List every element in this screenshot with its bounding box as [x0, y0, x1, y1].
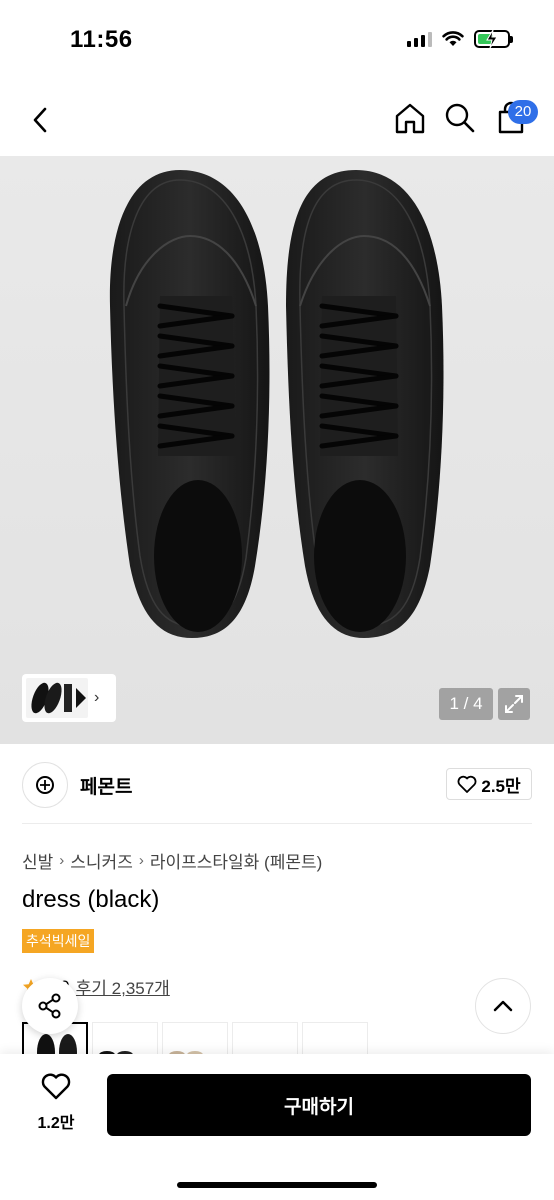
product-image	[109, 170, 444, 638]
brand-name[interactable]: 페몬트	[80, 772, 132, 799]
chevron-right-icon: ›	[94, 689, 100, 706]
review-link[interactable]: 후기 2,357개	[76, 974, 170, 999]
divider	[22, 823, 532, 824]
search-icon	[445, 103, 475, 133]
heart-icon	[457, 775, 477, 793]
heart-icon	[41, 1073, 71, 1100]
product-title: dress (black)	[22, 886, 160, 913]
product-page: 11:56 20 › 1 / 4 페몬트 2.5만 신발 › 스니커즈 › 라이…	[0, 0, 554, 1200]
thumbnail-strip[interactable]: ›	[22, 674, 116, 722]
home-icon	[395, 103, 425, 134]
back-icon	[33, 107, 47, 133]
wishlist-button[interactable]: 1.2만	[22, 1072, 90, 1133]
breadcrumb-item[interactable]: 스니커즈	[70, 848, 133, 873]
thumbnail-image[interactable]	[26, 678, 88, 718]
brand-logo[interactable]	[22, 762, 68, 808]
buy-button[interactable]: 구매하기	[107, 1074, 531, 1136]
wifi-icon	[442, 31, 464, 46]
cart-count-badge: 20	[508, 100, 538, 124]
expand-button[interactable]	[498, 688, 530, 720]
breadcrumb: 신발 › 스니커즈 › 라이프스타일화 (페몬트)	[22, 848, 322, 873]
scroll-top-button[interactable]	[475, 978, 531, 1034]
top-nav	[0, 80, 554, 156]
share-button[interactable]	[22, 978, 78, 1034]
brand-like-button[interactable]: 2.5만	[446, 768, 532, 800]
variant-option[interactable]	[232, 1022, 298, 1056]
home-button[interactable]	[392, 100, 428, 136]
expand-icon	[505, 695, 523, 713]
home-indicator	[177, 1182, 377, 1188]
brand-row: 페몬트 2.5만	[0, 744, 554, 824]
wishlist-count: 1.2만	[37, 1115, 75, 1132]
variant-option[interactable]	[162, 1022, 228, 1056]
sale-badge: 추석빅세일	[22, 929, 95, 953]
battery-icon	[474, 29, 513, 49]
variant-option[interactable]	[302, 1022, 368, 1056]
status-bar: 11:56	[0, 0, 554, 80]
status-time: 11:56	[70, 26, 133, 53]
chevron-up-icon	[493, 1000, 513, 1012]
image-counter: 1 / 4	[439, 688, 493, 720]
breadcrumb-item[interactable]: 신발	[22, 848, 53, 873]
status-icons	[407, 29, 513, 49]
signal-icon	[407, 31, 432, 47]
search-button[interactable]	[442, 100, 478, 136]
breadcrumb-separator-icon: ›	[59, 852, 65, 869]
variant-option[interactable]	[92, 1022, 158, 1056]
breadcrumb-item[interactable]: 라이프스타일화 (페몬트)	[150, 848, 322, 873]
back-button[interactable]	[22, 102, 58, 138]
share-icon	[38, 993, 61, 1019]
variant-list	[22, 1022, 368, 1056]
bottom-action-bar: 1.2만 구매하기	[0, 1054, 554, 1200]
breadcrumb-separator-icon: ›	[138, 852, 144, 869]
product-image-carousel[interactable]: › 1 / 4	[0, 156, 554, 744]
brand-like-count: 2.5만	[481, 776, 521, 796]
